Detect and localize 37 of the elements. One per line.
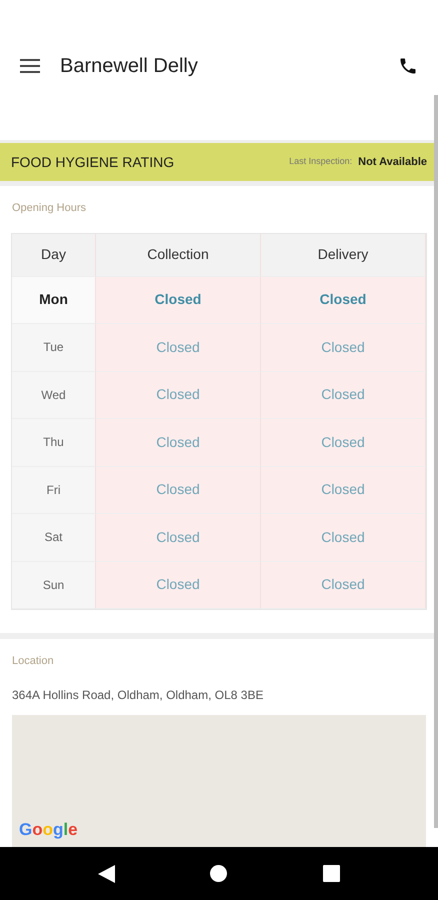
table-cell: Closed — [96, 324, 261, 372]
day-cell: Tue — [12, 324, 96, 372]
table-cell: Closed — [261, 372, 426, 419]
phone-icon[interactable] — [398, 56, 418, 76]
table-cell: Closed — [261, 324, 426, 372]
day-cell: Thu — [12, 419, 96, 466]
day-cell: Mon — [12, 276, 96, 324]
table-cell: Closed — [96, 372, 261, 419]
column-header: Delivery — [261, 234, 426, 276]
column-header: Collection — [96, 234, 261, 276]
home-icon[interactable] — [210, 865, 228, 882]
inspection-value: Not Available — [358, 154, 427, 170]
banner-title: FOOD HYGIENE RATING — [11, 152, 176, 172]
day-cell: Wed — [12, 372, 96, 419]
menu-icon[interactable] — [20, 59, 40, 73]
table-cell: Closed — [96, 419, 261, 466]
section-title: Opening Hours — [11, 201, 87, 216]
recents-icon[interactable] — [323, 865, 340, 882]
table-cell: Closed — [96, 276, 261, 324]
column-header: Day — [12, 234, 96, 276]
day-cell: Sat — [12, 514, 96, 562]
section-title: Location — [11, 654, 55, 669]
table-cell: Closed — [261, 514, 426, 562]
table-cell: Closed — [261, 562, 426, 609]
app-title: Barnewell Delly — [60, 54, 199, 79]
address-text: 364A Hollins Road, Oldham, Oldham, OL8 3BE — [11, 686, 264, 704]
map-logo: Google — [19, 819, 78, 841]
table-cell: Closed — [96, 514, 261, 562]
inspection-label: Last Inspection: — [289, 155, 352, 168]
table-cell: Closed — [261, 419, 426, 466]
day-cell: Fri — [12, 466, 96, 514]
table-cell: Closed — [261, 276, 426, 324]
table-cell: Closed — [96, 466, 261, 514]
table-cell: Closed — [96, 562, 261, 609]
back-icon[interactable] — [98, 864, 115, 882]
table-cell: Closed — [261, 466, 426, 514]
day-cell: Sun — [12, 562, 96, 609]
